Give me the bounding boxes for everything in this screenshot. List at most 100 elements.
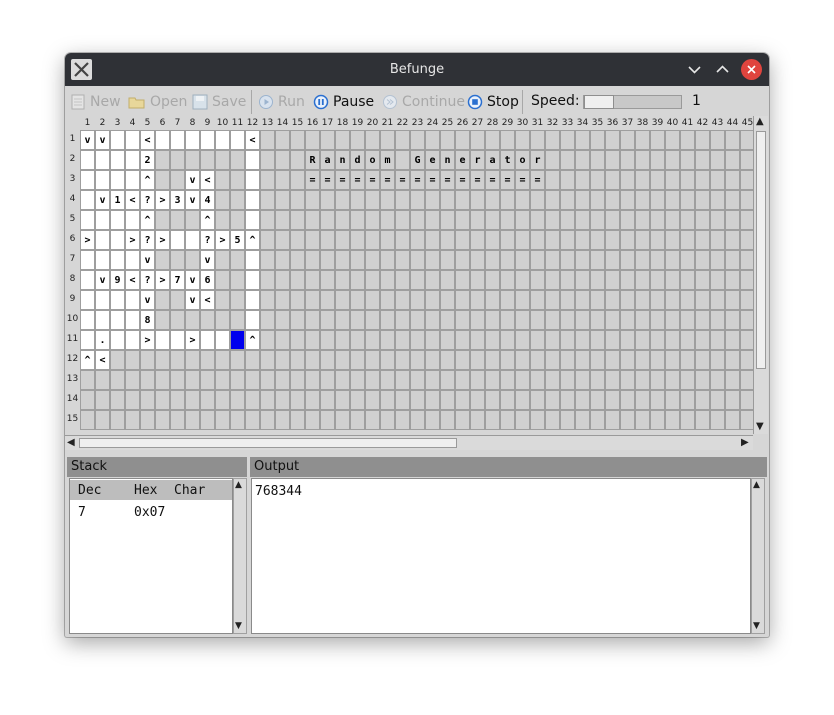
grid-cell[interactable] xyxy=(200,330,215,350)
grid-cell[interactable] xyxy=(560,210,575,230)
grid-cell[interactable] xyxy=(530,190,545,210)
grid-cell[interactable] xyxy=(470,290,485,310)
grid-cell[interactable] xyxy=(335,330,350,350)
grid-cell[interactable]: v xyxy=(95,270,110,290)
grid-cell[interactable] xyxy=(260,350,275,370)
grid-cell[interactable] xyxy=(695,190,710,210)
grid-cell[interactable] xyxy=(605,410,620,430)
scroll-left-icon[interactable]: ◀ xyxy=(67,437,75,449)
grid-cell[interactable] xyxy=(500,230,515,250)
grid-cell[interactable] xyxy=(230,370,245,390)
grid-cell[interactable] xyxy=(665,210,680,230)
grid-cell[interactable] xyxy=(395,410,410,430)
grid-cell[interactable] xyxy=(155,390,170,410)
grid-cell[interactable] xyxy=(560,370,575,390)
grid-cell[interactable] xyxy=(335,410,350,430)
grid-cell[interactable] xyxy=(320,130,335,150)
grid-cell[interactable] xyxy=(665,390,680,410)
grid-cell[interactable] xyxy=(725,250,740,270)
grid-cell[interactable] xyxy=(275,230,290,250)
grid-cell[interactable]: > xyxy=(80,230,95,250)
grid-cell[interactable] xyxy=(380,210,395,230)
scroll-up-icon[interactable]: ▲ xyxy=(235,479,242,491)
grid-cell[interactable] xyxy=(605,290,620,310)
grid-cell[interactable] xyxy=(680,410,695,430)
grid-cell[interactable] xyxy=(665,290,680,310)
grid-cell[interactable] xyxy=(665,410,680,430)
grid-cell[interactable] xyxy=(95,250,110,270)
grid-cell[interactable] xyxy=(80,270,95,290)
grid-cell[interactable] xyxy=(80,410,95,430)
grid-cell[interactable] xyxy=(230,210,245,230)
stack-table[interactable]: Dec Hex Char 7 0x07 xyxy=(69,478,233,634)
grid-cell[interactable] xyxy=(200,370,215,390)
continue-button[interactable]: Continue xyxy=(382,93,465,111)
grid-cell[interactable] xyxy=(395,230,410,250)
grid-cell[interactable] xyxy=(515,130,530,150)
grid-cell[interactable] xyxy=(725,170,740,190)
grid-cell[interactable] xyxy=(365,210,380,230)
grid-cell[interactable] xyxy=(680,130,695,150)
minimize-button[interactable] xyxy=(684,59,705,80)
grid-cell[interactable]: a xyxy=(485,150,500,170)
grid-cell[interactable] xyxy=(560,190,575,210)
grid-cell[interactable] xyxy=(440,310,455,330)
grid-cell[interactable]: = xyxy=(470,170,485,190)
grid-cell[interactable] xyxy=(395,330,410,350)
grid-cell[interactable] xyxy=(425,310,440,330)
grid-cell[interactable] xyxy=(320,370,335,390)
grid-cell[interactable]: = xyxy=(455,170,470,190)
grid-cell[interactable] xyxy=(650,210,665,230)
grid-cell[interactable] xyxy=(110,230,125,250)
grid-cell[interactable] xyxy=(695,330,710,350)
grid-cell[interactable] xyxy=(170,350,185,370)
grid-cell[interactable] xyxy=(365,390,380,410)
grid-cell[interactable] xyxy=(170,310,185,330)
grid-cell[interactable]: = xyxy=(515,170,530,190)
grid-cell[interactable]: o xyxy=(365,150,380,170)
grid-cell[interactable]: 5 xyxy=(230,230,245,250)
grid-cell[interactable] xyxy=(725,190,740,210)
grid-cell[interactable] xyxy=(335,290,350,310)
grid-cell[interactable] xyxy=(395,190,410,210)
grid-cell[interactable] xyxy=(605,130,620,150)
grid-cell[interactable]: r xyxy=(470,150,485,170)
grid-cell[interactable] xyxy=(290,370,305,390)
grid-cell[interactable] xyxy=(350,270,365,290)
grid-cell[interactable] xyxy=(425,330,440,350)
grid-cell[interactable] xyxy=(590,230,605,250)
grid-cell[interactable] xyxy=(215,310,230,330)
grid-cell[interactable] xyxy=(530,330,545,350)
grid-cell[interactable] xyxy=(335,210,350,230)
grid-cell[interactable] xyxy=(530,370,545,390)
grid-cell[interactable]: o xyxy=(515,150,530,170)
grid-cell[interactable] xyxy=(710,250,725,270)
grid-cell[interactable] xyxy=(200,130,215,150)
grid-cell[interactable] xyxy=(650,370,665,390)
grid-cell[interactable] xyxy=(530,390,545,410)
grid-cell[interactable] xyxy=(185,350,200,370)
grid-cell[interactable] xyxy=(95,390,110,410)
grid-cell[interactable] xyxy=(695,150,710,170)
grid-cell[interactable]: 8 xyxy=(140,310,155,330)
grid-cell[interactable] xyxy=(125,290,140,310)
grid-cell[interactable] xyxy=(320,290,335,310)
grid-cell[interactable] xyxy=(605,230,620,250)
grid-cell[interactable] xyxy=(530,310,545,330)
grid-cell[interactable] xyxy=(485,210,500,230)
grid-cell[interactable] xyxy=(590,330,605,350)
grid-cell[interactable] xyxy=(650,270,665,290)
grid-cell[interactable] xyxy=(350,370,365,390)
grid-cell[interactable] xyxy=(545,150,560,170)
grid-cell[interactable] xyxy=(215,150,230,170)
grid-cell[interactable]: 3 xyxy=(170,190,185,210)
grid-cell[interactable]: > xyxy=(125,230,140,250)
grid-cell[interactable] xyxy=(290,170,305,190)
grid-cell[interactable] xyxy=(320,330,335,350)
grid-cell[interactable] xyxy=(590,350,605,370)
grid-cell[interactable] xyxy=(260,190,275,210)
grid-cell[interactable] xyxy=(395,130,410,150)
grid-cell[interactable] xyxy=(350,350,365,370)
grid-cell[interactable]: = xyxy=(500,170,515,190)
grid-cell[interactable] xyxy=(710,330,725,350)
